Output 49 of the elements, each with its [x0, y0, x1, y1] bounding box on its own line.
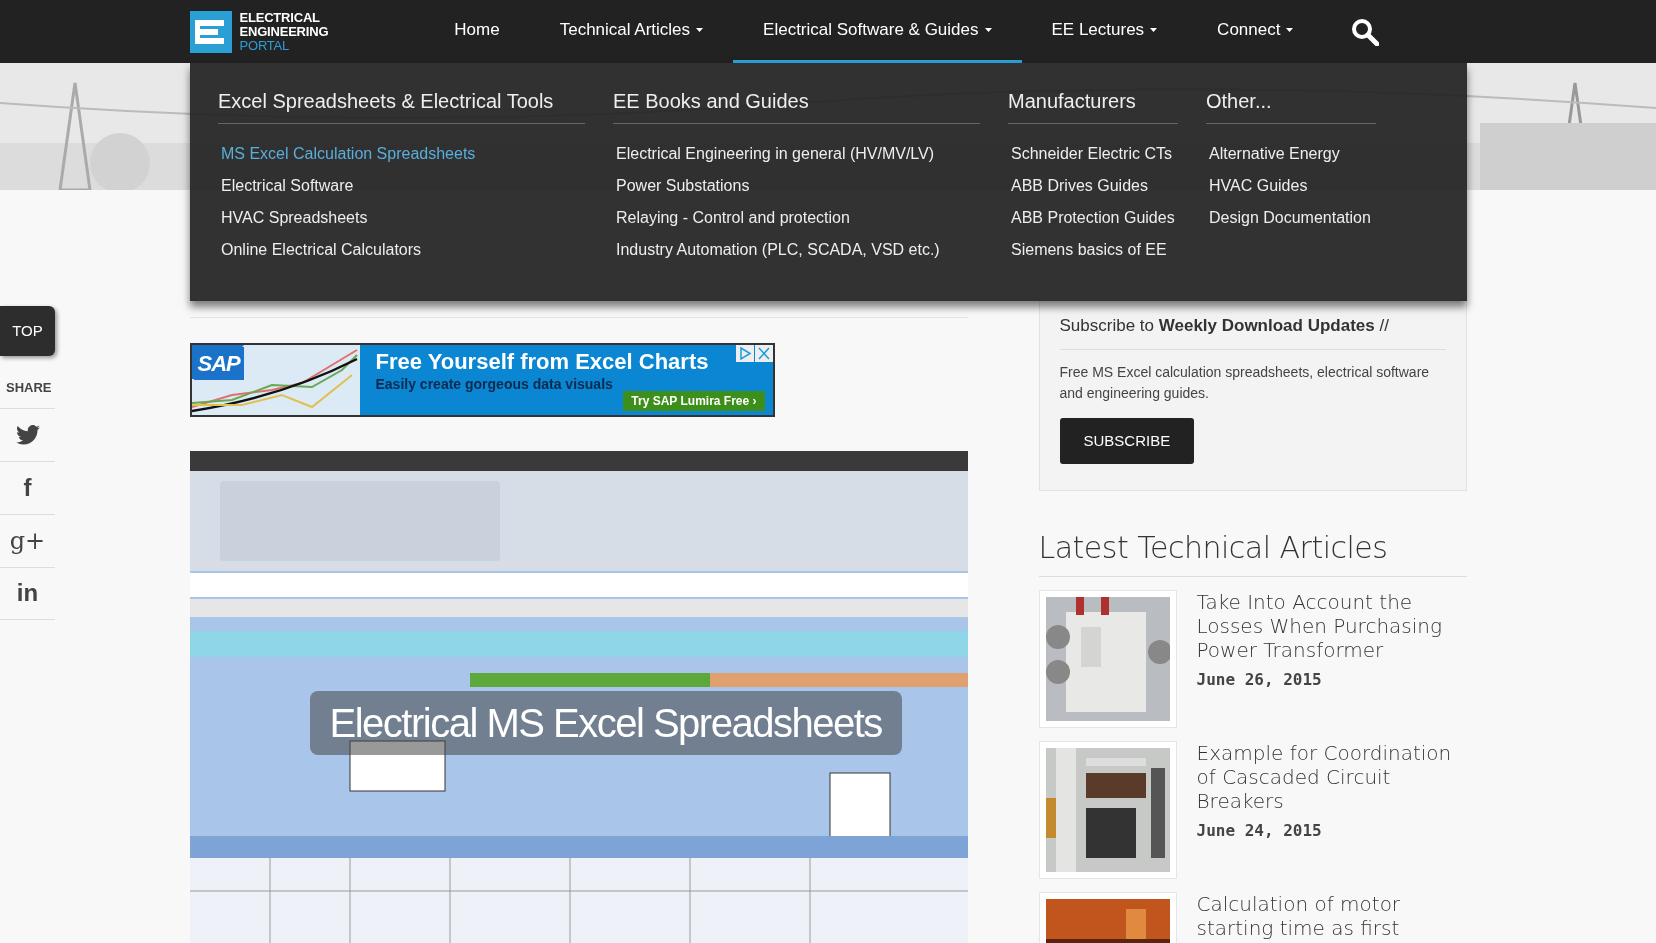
- search-icon[interactable]: [1351, 17, 1380, 46]
- menu-link[interactable]: Relaying - Control and protection: [613, 202, 980, 234]
- share-link[interactable]: f: [23, 475, 32, 500]
- article-link[interactable]: Calculation of motor starting time as first: [1196, 892, 1467, 940]
- ad-headline: Free Yourself from Excel Charts: [375, 350, 709, 374]
- section-heading: Latest Technical Articles: [1038, 525, 1467, 577]
- article-date: June 26, 2015: [1196, 669, 1323, 691]
- menu-heading: EE Books and Guides: [613, 89, 980, 124]
- ad-choices-icon[interactable]: [735, 345, 754, 362]
- menu-link[interactable]: Siemens basics of EE: [1008, 234, 1178, 266]
- back-to-top-button[interactable]: TOP: [0, 306, 55, 356]
- logo-icon[interactable]: [189, 10, 232, 53]
- subscribe-button[interactable]: SUBSCRIBE: [1059, 417, 1195, 464]
- menu-link[interactable]: HVAC Guides: [1206, 170, 1376, 202]
- article-link[interactable]: Example for Coordination of Cascaded Circuit Breakers: [1196, 741, 1467, 813]
- nav-link[interactable]: Home: [424, 0, 530, 63]
- logo-text[interactable]: ELECTRICAL ENGINEERING PORTAL: [239, 10, 329, 53]
- menu-link[interactable]: Electrical Engineering in general (HV/MV/LV): [613, 138, 980, 170]
- share-link[interactable]: g+: [9, 528, 46, 553]
- widget-title: Subscribe to Weekly Download Updates //: [1059, 313, 1446, 350]
- widget-text: Free MS Excel calculation spreadsheets, electrical software and engineering guides.: [1059, 362, 1431, 403]
- menu-link[interactable]: Online Electrical Calculators: [218, 234, 585, 266]
- image-caption: Electrical MS Excel Spreadsheets: [309, 691, 902, 755]
- menu-link[interactable]: Alternative Energy: [1206, 138, 1376, 170]
- menu-heading: Manufacturers: [1008, 89, 1178, 124]
- share-label: SHARE: [6, 379, 53, 397]
- menu-link[interactable]: Design Documentation: [1206, 202, 1376, 234]
- menu-link[interactable]: HVAC Spreadsheets: [218, 202, 585, 234]
- menu-link[interactable]: Schneider Electric CTs: [1008, 138, 1178, 170]
- ad-cta-button[interactable]: Try SAP Lumira Free ›: [623, 391, 765, 411]
- menu-link[interactable]: Industry Automation (PLC, SCADA, VSD etc.): [613, 234, 980, 266]
- sap-logo: SAP: [193, 347, 244, 380]
- ad-subline: Easily create gorgeous data visuals: [375, 375, 614, 394]
- share-link[interactable]: in: [16, 581, 39, 605]
- nav-link[interactable]: Technical Articles: [529, 0, 734, 63]
- twitter-icon[interactable]: [15, 424, 40, 445]
- nav-link[interactable]: Connect: [1187, 0, 1324, 63]
- ad-banner[interactable]: SAP Free Yourself from Excel Charts Easily create gorgeous data visuals Try SAP Lumira Free ›: [189, 343, 775, 417]
- article-link[interactable]: Take Into Account the Losses When Purchasing Power Transformer: [1196, 590, 1467, 662]
- menu-link[interactable]: ABB Protection Guides: [1008, 202, 1178, 234]
- menu-heading: Other...: [1206, 89, 1376, 124]
- menu-heading: Excel Spreadsheets & Electrical Tools: [218, 89, 585, 124]
- menu-link[interactable]: MS Excel Calculation Spreadsheets: [218, 138, 585, 170]
- menu-link[interactable]: Electrical Software: [218, 170, 585, 202]
- close-icon[interactable]: [754, 345, 773, 362]
- nav-link[interactable]: EE Lectures: [1021, 0, 1188, 63]
- menu-link[interactable]: Power Substations: [613, 170, 980, 202]
- article-date: June 24, 2015: [1196, 820, 1323, 842]
- menu-link[interactable]: ABB Drives Guides: [1008, 170, 1178, 202]
